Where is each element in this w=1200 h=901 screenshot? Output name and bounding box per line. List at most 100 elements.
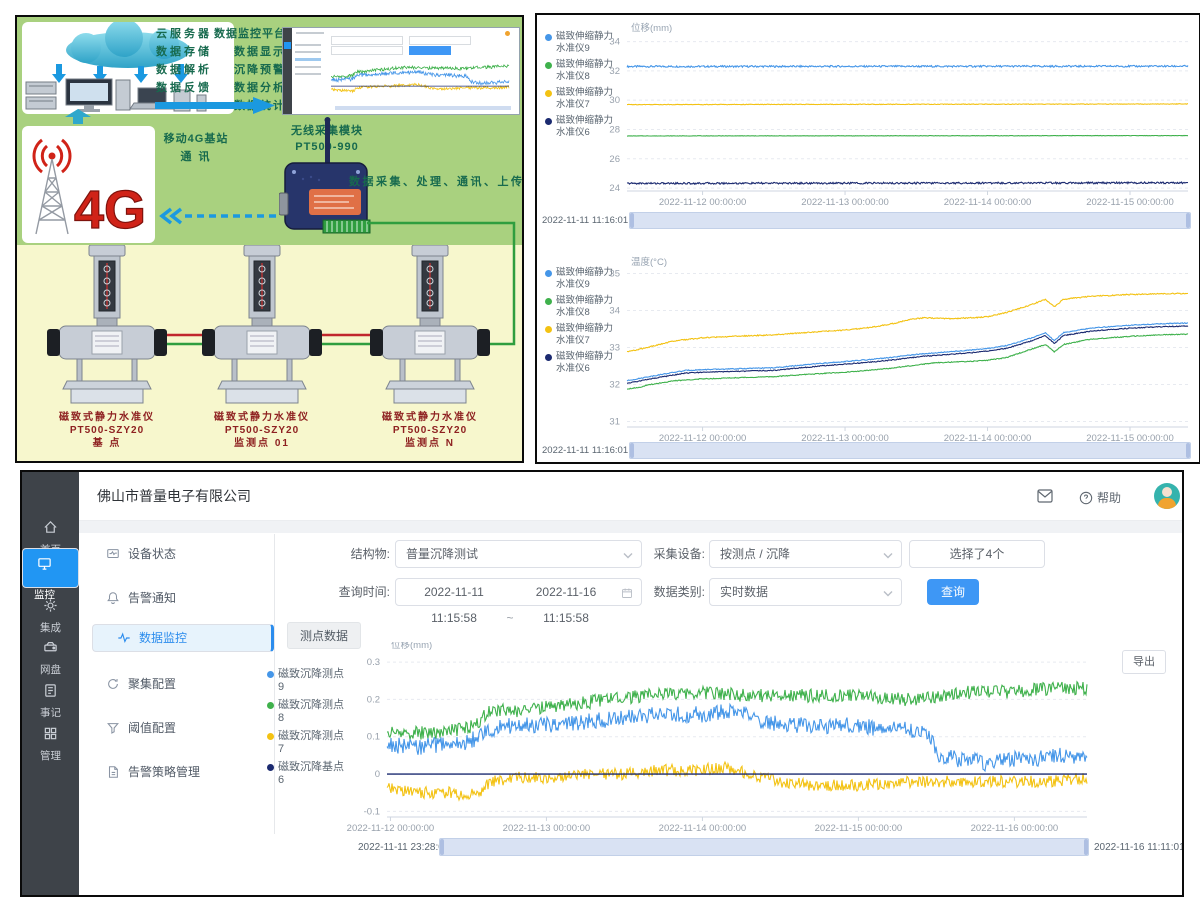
funnel-icon xyxy=(106,721,120,735)
sidebar-item-journal[interactable]: 事记 xyxy=(22,683,79,720)
sidebar-item-integration[interactable]: 集成 xyxy=(22,598,79,635)
message-icon[interactable] xyxy=(1037,489,1053,503)
cloud-label: 数据反馈 xyxy=(156,79,212,97)
mini-menu-line xyxy=(295,51,321,53)
monitoring-app-window: 首页 监控 集成 网盘 事记 管理 xyxy=(20,470,1184,897)
svg-text:4G: 4G xyxy=(74,180,146,240)
svg-text:0.2: 0.2 xyxy=(367,694,380,705)
bell-icon xyxy=(106,591,120,605)
menu-item-device-status[interactable]: 设备状态 xyxy=(92,538,274,570)
export-button[interactable]: 导出 xyxy=(1122,650,1166,674)
structure-select[interactable]: 普量沉降测试 xyxy=(395,540,642,568)
svg-text:30: 30 xyxy=(609,95,620,106)
mini-menu-line xyxy=(295,44,321,46)
right-arrow-icon xyxy=(155,97,275,114)
calendar-icon xyxy=(621,587,633,599)
menu-item-alarm-notify[interactable]: 告警通知 xyxy=(92,582,274,614)
app-sidebar: 首页 监控 集成 网盘 事记 管理 xyxy=(22,472,79,895)
category-label: 数据类别: xyxy=(649,578,705,606)
legend-dot xyxy=(267,733,274,740)
time-range-picker[interactable]: 2022-11-11 11:15:58~2022-11-16 11:15:58 xyxy=(395,578,642,606)
platform-mini-screenshot xyxy=(282,27,520,115)
svg-text:35: 35 xyxy=(609,268,620,279)
station-label: 移动4G基站 xyxy=(158,130,234,148)
grid-icon xyxy=(43,726,58,741)
svg-text:2022-11-13 00:00:00: 2022-11-13 00:00:00 xyxy=(503,823,591,834)
drive-icon xyxy=(43,640,58,655)
legend-dot xyxy=(545,270,552,277)
platform-label: 沉降预警 xyxy=(214,61,286,79)
chevron-down-icon xyxy=(623,552,633,559)
svg-text:32: 32 xyxy=(609,66,620,77)
svg-text:温度(°C): 温度(°C) xyxy=(631,256,667,268)
slider-start-time: 2022-11-11 11:16:01 xyxy=(542,445,628,456)
4g-station-illustration: 4G xyxy=(22,126,155,243)
temperature-time-slider[interactable] xyxy=(629,442,1191,459)
legend-dot xyxy=(545,90,552,97)
svg-text:0.1: 0.1 xyxy=(367,732,380,743)
module-caption: 数据采集、处理、通讯、上传 xyxy=(349,173,525,191)
mini-menu-line xyxy=(295,66,321,68)
settlement-time-slider[interactable] xyxy=(439,838,1089,856)
mini-menu-line xyxy=(295,73,321,75)
mini-chart xyxy=(325,54,515,104)
menu-item-alarm-policy[interactable]: 告警策略管理 xyxy=(92,756,274,788)
time-label: 查询时间: xyxy=(322,578,390,606)
sidebar-item-manage[interactable]: 管理 xyxy=(22,726,79,763)
svg-text:33: 33 xyxy=(609,342,620,353)
category-select[interactable]: 实时数据 xyxy=(709,578,902,606)
sidebar-item-netdisk[interactable]: 网盘 xyxy=(22,640,79,677)
chevron-down-icon xyxy=(883,552,893,559)
svg-text:32: 32 xyxy=(609,379,620,390)
menu-item-aggregation-config[interactable]: 聚集配置 xyxy=(92,668,274,700)
monitor-icon xyxy=(37,556,52,571)
header-divider xyxy=(79,521,1182,533)
legend-dot xyxy=(545,62,552,69)
avatar[interactable] xyxy=(1154,483,1180,509)
menu-item-threshold-config[interactable]: 阈值配置 xyxy=(92,712,274,744)
svg-text:2022-11-15 00:00:00: 2022-11-15 00:00:00 xyxy=(815,823,903,834)
cloud-label: 数据存储 xyxy=(156,43,212,61)
4g-tower-icon: 4G xyxy=(22,126,155,243)
instrument-label: 磁致式静力水准仪 PT500-SZY20 基 点 xyxy=(31,411,183,450)
legend-dot xyxy=(545,34,552,41)
svg-text:位移(mm): 位移(mm) xyxy=(631,22,672,34)
level-meter-illustration xyxy=(370,245,490,405)
platform-label: 数据监控平台 xyxy=(214,25,286,43)
help-button[interactable]: 帮助 xyxy=(1079,489,1121,506)
settlement-chart: -0.100.10.20.32022-11-12 00:00:002022-11… xyxy=(327,642,1102,842)
document-icon xyxy=(106,765,120,779)
svg-text:2022-11-14 00:00:00: 2022-11-14 00:00:00 xyxy=(944,197,1032,208)
mini-title xyxy=(296,32,324,34)
mini-sidebar-selected xyxy=(284,42,291,49)
question-icon xyxy=(1079,491,1093,505)
company-title: 佛山市普量电子有限公司 xyxy=(97,472,251,520)
legend-dot xyxy=(545,298,552,305)
level-meter-illustration xyxy=(202,245,322,405)
svg-text:2022-11-15 00:00:00: 2022-11-15 00:00:00 xyxy=(1086,197,1174,208)
legend-dot xyxy=(267,702,274,709)
svg-text:0: 0 xyxy=(375,769,380,780)
legend-dot xyxy=(267,671,274,678)
menu-item-data-monitor[interactable]: 数据监控 xyxy=(92,624,274,652)
query-button[interactable]: 查询 xyxy=(927,579,979,605)
journal-icon xyxy=(43,683,58,698)
chevron-down-icon xyxy=(883,590,893,597)
svg-text:2022-11-14 00:00:00: 2022-11-14 00:00:00 xyxy=(659,823,747,834)
svg-text:26: 26 xyxy=(609,154,620,165)
svg-text:2022-11-12 00:00:00: 2022-11-12 00:00:00 xyxy=(659,197,747,208)
legend-dot xyxy=(545,326,552,333)
svg-text:28: 28 xyxy=(609,124,620,135)
displacement-time-slider[interactable] xyxy=(629,212,1191,229)
device-status-icon xyxy=(106,547,120,561)
mini-select xyxy=(409,36,471,45)
mini-menu-selected xyxy=(295,58,321,61)
svg-text:位移(mm): 位移(mm) xyxy=(391,642,432,651)
selected-count-box[interactable]: 选择了4个 xyxy=(909,540,1045,568)
svg-text:34: 34 xyxy=(609,37,620,48)
sidebar-item-monitor[interactable]: 监控 xyxy=(22,548,79,588)
svg-text:-0.1: -0.1 xyxy=(364,806,380,817)
mini-slider xyxy=(335,106,511,110)
svg-text:24: 24 xyxy=(609,183,620,194)
device-select[interactable]: 按测点 / 沉降 xyxy=(709,540,902,568)
